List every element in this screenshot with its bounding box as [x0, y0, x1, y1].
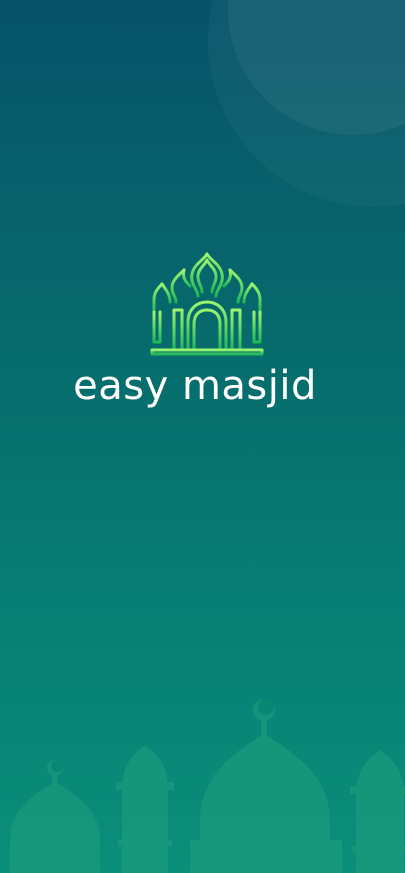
mosque-arch-logo-icon — [150, 252, 264, 356]
app-name: easy masjid — [73, 363, 317, 409]
mosque-skyline-icon — [10, 699, 405, 873]
splash-screen: easy masjid — [0, 0, 405, 873]
